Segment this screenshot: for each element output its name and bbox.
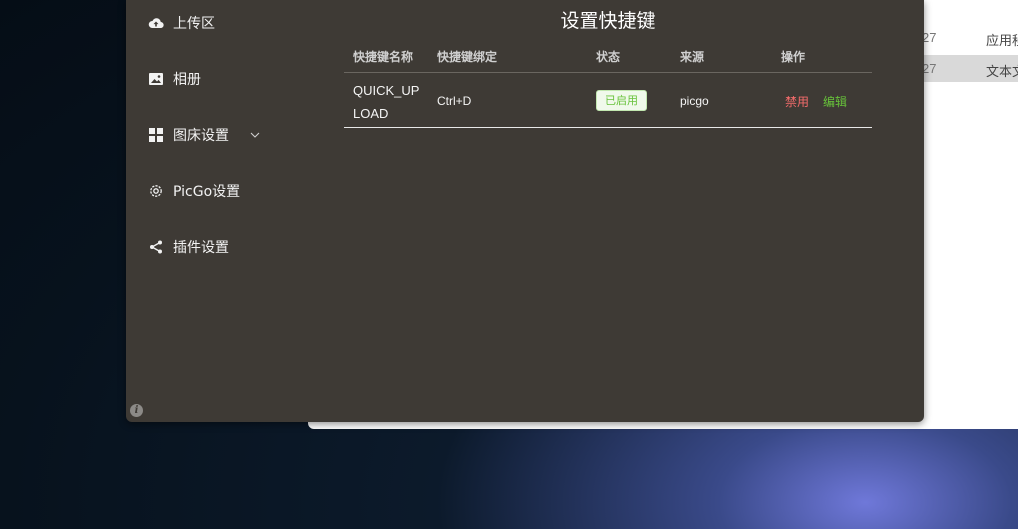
gear-icon <box>148 183 164 199</box>
shortcut-name-line: LOAD <box>353 106 389 121</box>
page-title: 设置快捷键 <box>560 10 656 32</box>
info-icon[interactable]: i <box>130 404 143 417</box>
sidebar: 上传区 相册 图床设置 PicGo设置 插件设置 i <box>126 0 296 422</box>
column-header-actions: 操作 <box>781 50 806 64</box>
shortcut-table: 快捷键名称 快捷键绑定 状态 来源 操作 QUICK_UP LOAD Ctrl+… <box>344 40 872 128</box>
edit-button[interactable]: 编辑 <box>823 93 847 110</box>
cloud-upload-icon <box>148 15 164 31</box>
background-type: 应用程 <box>986 34 1018 49</box>
picgo-window: 上传区 相册 图床设置 PicGo设置 插件设置 i 设置快捷键 快捷键名称 快… <box>126 0 924 422</box>
shortcut-source: picgo <box>680 94 709 108</box>
sidebar-item-label: PicGo设置 <box>173 184 241 200</box>
sidebar-item-label: 上传区 <box>173 16 215 32</box>
background-date: 27 <box>922 61 937 76</box>
background-date: 27 <box>922 30 937 45</box>
sidebar-item-label: 相册 <box>173 72 201 88</box>
shortcut-binding: Ctrl+D <box>437 94 472 108</box>
share-icon <box>148 239 164 255</box>
sidebar-item-picbed-settings[interactable]: 图床设置 <box>148 123 261 147</box>
sidebar-item-picgo-settings[interactable]: PicGo设置 <box>148 179 240 203</box>
chevron-down-icon[interactable] <box>249 129 261 141</box>
table-header: 快捷键名称 快捷键绑定 状态 来源 操作 <box>344 40 872 73</box>
sidebar-item-plugin-settings[interactable]: 插件设置 <box>148 235 229 259</box>
column-header-name: 快捷键名称 <box>353 50 414 64</box>
status-badge: 已启用 <box>596 90 647 111</box>
image-icon <box>148 71 164 87</box>
sidebar-item-gallery[interactable]: 相册 <box>148 67 201 91</box>
sidebar-item-upload[interactable]: 上传区 <box>148 11 215 35</box>
grid-icon <box>148 127 164 143</box>
sidebar-item-label: 插件设置 <box>173 240 229 256</box>
column-header-binding: 快捷键绑定 <box>437 50 498 64</box>
disable-button[interactable]: 禁用 <box>785 93 809 110</box>
shortcut-name-line: QUICK_UP <box>353 83 420 98</box>
background-type: 文本文 <box>986 65 1018 80</box>
table-row: QUICK_UP LOAD Ctrl+D 已启用 picgo 禁用 编辑 <box>344 73 872 128</box>
sidebar-item-label: 图床设置 <box>173 128 229 144</box>
shortcut-name: QUICK_UP LOAD <box>353 79 433 125</box>
column-header-status: 状态 <box>596 50 621 64</box>
column-header-source: 来源 <box>680 50 705 64</box>
